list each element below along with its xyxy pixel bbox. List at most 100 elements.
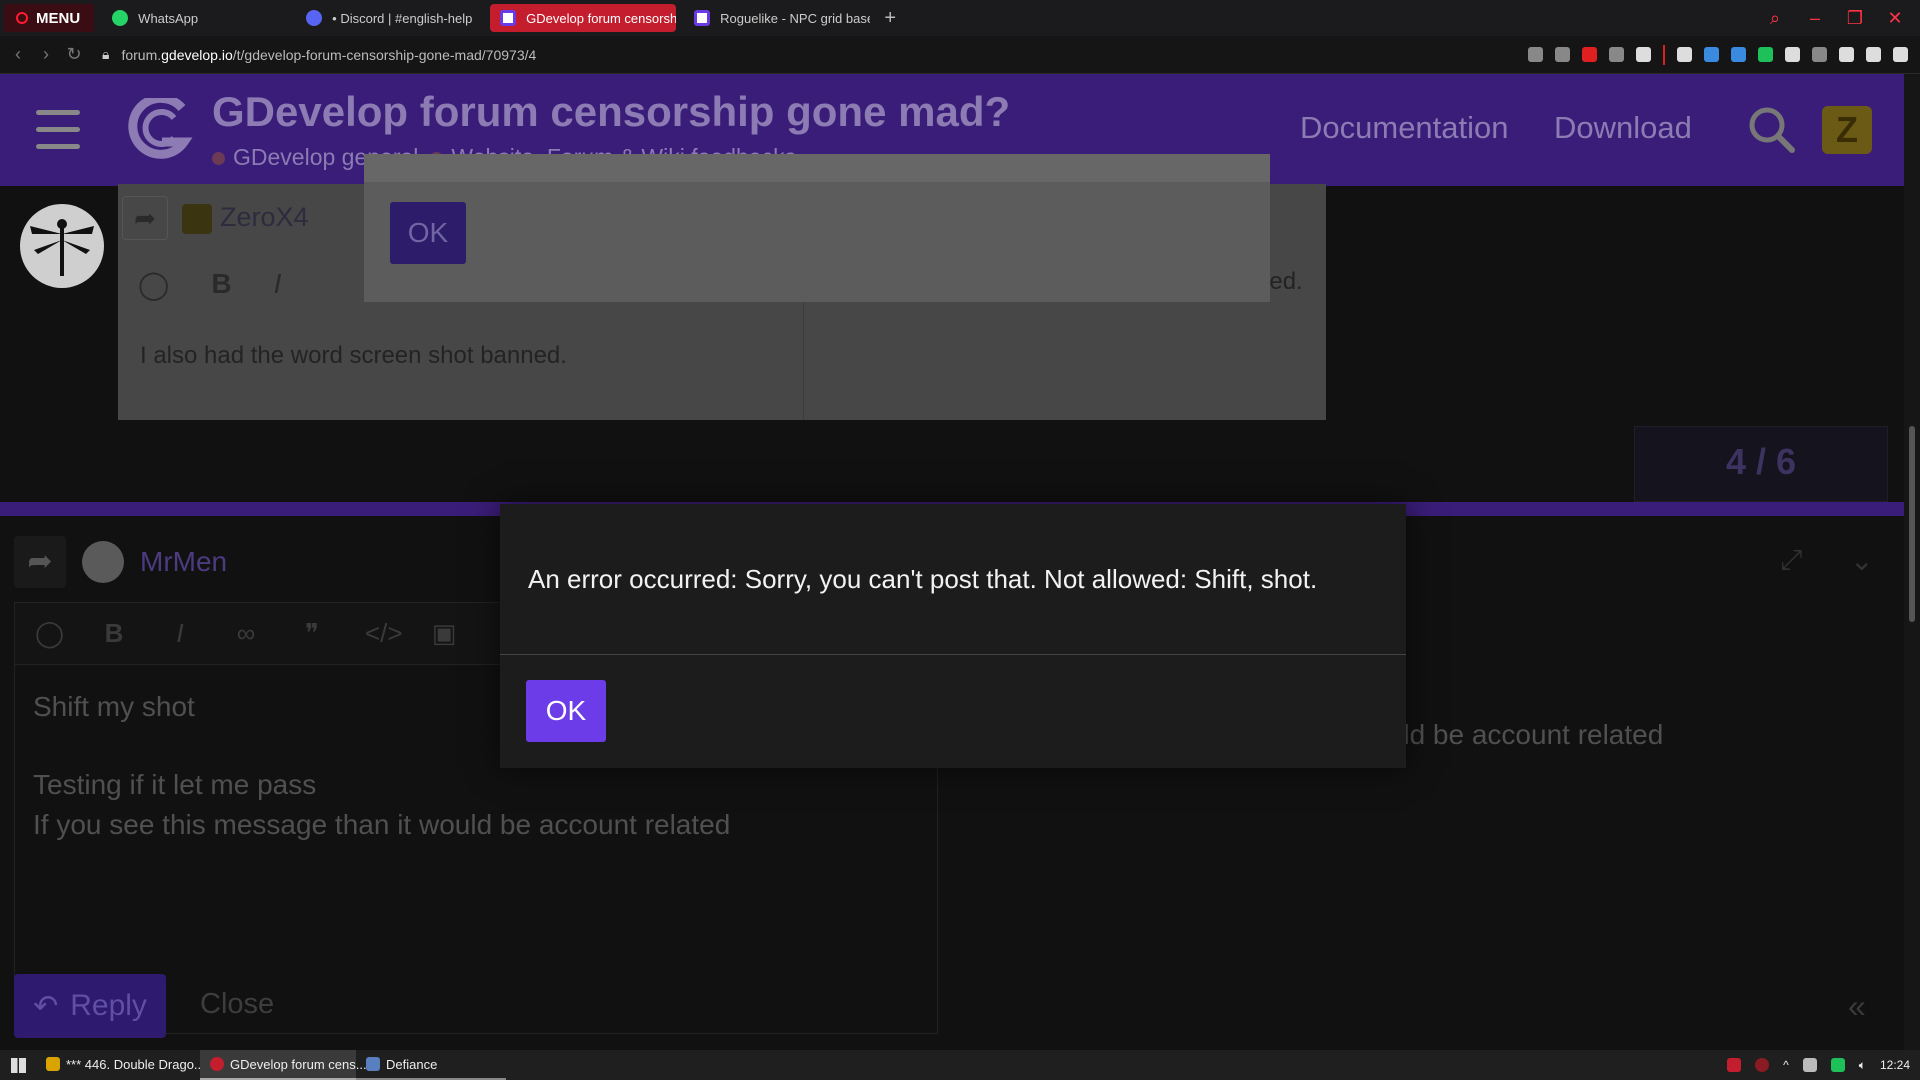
menu-label: MENU <box>36 9 81 27</box>
user-icon <box>182 203 212 234</box>
opera-logo-icon <box>16 12 28 24</box>
start-button[interactable] <box>0 1050 36 1080</box>
category-dot-icon <box>212 152 225 166</box>
quote-icon[interactable]: ◯ <box>35 618 64 649</box>
grid-icon[interactable] <box>1731 47 1746 62</box>
opera-menu-button[interactable]: MENU <box>4 4 95 32</box>
avatar <box>82 541 124 583</box>
close-composer-link[interactable]: Close <box>200 988 274 1021</box>
background-dialog: OK <box>364 154 1270 302</box>
download-arrow-icon[interactable] <box>1704 47 1719 62</box>
taskbar-item-double-dragon[interactable]: *** 446. Double Drago... <box>36 1050 205 1080</box>
address-bar: ‹ › ↻ 🔒︎ forum.gdevelop.io/t/gdevelop-fo… <box>0 36 1920 74</box>
search-icon[interactable] <box>1746 104 1796 154</box>
reply-to-icon[interactable]: ➦ <box>14 536 66 588</box>
hamburger-menu-icon[interactable] <box>36 110 80 150</box>
background-ok-button[interactable]: OK <box>390 202 466 264</box>
editor-toolbar: ◯ B I <box>138 268 281 301</box>
bold-icon[interactable]: B <box>101 618 127 649</box>
topic-title[interactable]: GDevelop forum censorship gone mad? <box>212 88 1010 136</box>
tab-label: • Discord | #english-help <box>332 10 473 26</box>
forward-icon[interactable]: › <box>32 44 60 65</box>
minimize-icon[interactable]: – <box>1806 8 1824 29</box>
code-icon[interactable]: </> <box>365 618 403 649</box>
composer-header: ➦ MrMen <box>14 536 227 588</box>
double-chevron-left-icon[interactable]: « <box>1848 988 1866 1025</box>
composer-username[interactable]: MrMen <box>140 546 227 578</box>
translate-icon[interactable] <box>1609 47 1624 62</box>
username-label: ZeroX4 <box>220 202 309 233</box>
restore-icon[interactable]: ❐ <box>1846 8 1864 29</box>
editor-line: If you see this message than it would be… <box>33 809 731 840</box>
speaker-icon[interactable] <box>1677 47 1692 62</box>
app-icon <box>366 1057 380 1071</box>
easy-setup-icon[interactable] <box>1893 47 1908 62</box>
image-icon[interactable]: ▣ <box>431 618 457 649</box>
tab-gdevelop-forum[interactable]: GDevelop forum censorsh <box>490 4 677 32</box>
divider <box>1663 44 1665 65</box>
zoom-icon[interactable] <box>1528 47 1543 62</box>
reload-icon[interactable]: ↻ <box>60 44 88 65</box>
modal-divider <box>500 654 1406 655</box>
quoted-username[interactable]: ZeroX4 <box>182 202 309 234</box>
close-icon[interactable]: ✕ <box>1886 8 1904 29</box>
clock[interactable]: 12:24 <box>1880 1058 1910 1072</box>
progress-counter: 4 / 6 <box>1725 441 1797 482</box>
quote-icon[interactable]: ◯ <box>138 268 169 301</box>
chevron-up-icon[interactable]: ^ <box>1783 1058 1789 1072</box>
url-domain: gdevelop.io <box>161 46 233 63</box>
tab-whatsapp[interactable]: WhatsApp <box>102 4 288 32</box>
pocket-icon[interactable] <box>1582 47 1597 62</box>
downloads-icon[interactable] <box>1866 47 1881 62</box>
chevron-down-icon[interactable]: ⌄ <box>1850 544 1873 577</box>
tab-discord[interactable]: • Discord | #english-help <box>296 4 482 32</box>
avatar[interactable] <box>20 204 104 288</box>
topic-progress[interactable]: 4 / 6 <box>1634 426 1888 502</box>
bold-icon[interactable]: B <box>211 268 231 301</box>
shield-icon[interactable] <box>1727 1058 1742 1072</box>
whatsapp-ext-icon[interactable] <box>1758 47 1773 62</box>
back-icon[interactable]: ‹ <box>4 44 32 65</box>
ok-button[interactable]: OK <box>526 680 606 742</box>
share-icon[interactable]: ➦ <box>122 196 168 240</box>
scrollbar-thumb[interactable] <box>1909 426 1915 622</box>
opera-gx-icon[interactable] <box>1755 1058 1770 1072</box>
taskbar-item-defiance[interactable]: Defiance <box>356 1050 506 1080</box>
error-message: An error occurred: Sorry, you can't post… <box>528 564 1318 594</box>
url-field[interactable]: forum.gdevelop.io/t/gdevelop-forum-censo… <box>121 47 536 63</box>
new-tab-button[interactable]: + <box>878 7 902 30</box>
extensions-icon[interactable] <box>1812 47 1827 62</box>
url-path: /t/gdevelop-forum-censorship-gone-mad/70… <box>232 46 537 63</box>
profile-icon[interactable] <box>1839 47 1854 62</box>
whatsapp-icon <box>112 10 129 26</box>
window-controls: ⌕ – ❐ ✕ <box>1766 8 1920 29</box>
fullscreen-icon[interactable]: ⤢ <box>1780 544 1802 577</box>
snapshot-icon[interactable] <box>1555 47 1570 62</box>
rss-icon[interactable] <box>1785 47 1800 62</box>
taskbar-label: Defiance <box>386 1056 438 1072</box>
documentation-link[interactable]: Documentation <box>1300 110 1509 146</box>
search-tabs-icon[interactable]: ⌕ <box>1766 8 1784 29</box>
post-text: I also had the word screen shot banned. <box>140 342 567 369</box>
forum-page: GDevelop forum censorship gone mad? GDev… <box>0 74 1920 1050</box>
taskbar-label: *** 446. Double Drago... <box>66 1056 205 1072</box>
tab-roguelike[interactable]: Roguelike - NPC grid base <box>684 4 870 32</box>
lock-icon: 🔒︎ <box>102 46 110 62</box>
user-avatar[interactable]: Z <box>1822 106 1872 154</box>
editor-line: Testing if it let me pass <box>33 769 317 800</box>
blockquote-icon[interactable]: ❞ <box>299 618 325 649</box>
page-scrollbar[interactable] <box>1904 74 1920 1050</box>
network-icon[interactable]: 🔈︎ <box>1859 1058 1866 1073</box>
italic-icon[interactable]: I <box>167 618 193 649</box>
italic-icon[interactable]: I <box>274 268 282 301</box>
link-icon[interactable]: ∞ <box>233 618 259 649</box>
browser-tab-strip: MENU WhatsApp • Discord | #english-help … <box>0 0 1920 36</box>
heart-icon[interactable] <box>1636 47 1651 62</box>
gdevelop-logo-icon[interactable] <box>122 98 198 162</box>
tab-label: WhatsApp <box>138 10 199 26</box>
battery-icon[interactable] <box>1830 1058 1845 1072</box>
taskbar-item-opera[interactable]: GDevelop forum cens... <box>200 1050 367 1080</box>
download-link[interactable]: Download <box>1554 110 1692 146</box>
reply-button[interactable]: ↶ Reply <box>14 974 166 1038</box>
gamepad-icon[interactable] <box>1802 1058 1817 1072</box>
